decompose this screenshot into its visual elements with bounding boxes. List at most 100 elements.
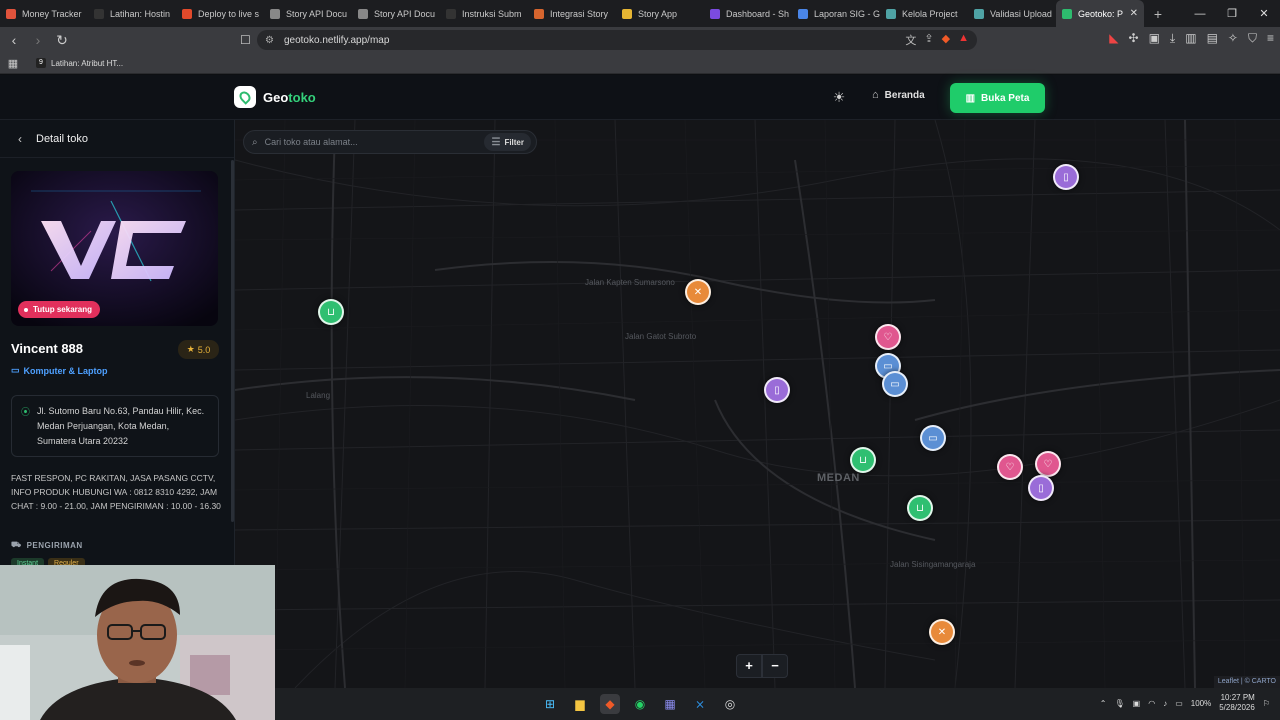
- fashion-marker-icon[interactable]: ♡: [875, 324, 901, 350]
- menu-icon[interactable]: ≡: [1267, 31, 1274, 46]
- star-icon: ★: [186, 344, 195, 354]
- tab-favicon-icon: [534, 8, 544, 19]
- delivery-title: PENGIRIMAN: [26, 540, 83, 550]
- new-tab-button[interactable]: +: [1148, 6, 1168, 22]
- bookmark-item[interactable]: 9 Latihan: Atribut HT...: [36, 58, 123, 68]
- tray-chevron-icon[interactable]: ⌃: [1100, 699, 1107, 708]
- sidebar-icon[interactable]: ▥: [1185, 31, 1196, 46]
- leo-icon[interactable]: ✧: [1228, 31, 1238, 46]
- tab-title: Story API Docu: [286, 8, 348, 19]
- site-info-icon[interactable]: ⚙: [265, 35, 274, 46]
- wallet-icon[interactable]: ▤: [1207, 31, 1218, 46]
- laptop-marker-icon[interactable]: ▭: [882, 371, 908, 397]
- rating-badge: ★ 5.0: [178, 340, 219, 359]
- notification-icon[interactable]: ⚐: [1263, 699, 1270, 708]
- browser-tab[interactable]: Deploy to live s: [176, 0, 264, 27]
- browser-tab[interactable]: Latihan: Hostin: [88, 0, 176, 27]
- tab-favicon-icon: [358, 8, 368, 19]
- tab-title: Dashboard - Sh: [726, 8, 790, 19]
- browser-tab[interactable]: Integrasi Story: [528, 0, 616, 27]
- tab-favicon-icon: [710, 8, 720, 19]
- battery-icon[interactable]: ▭: [1175, 699, 1183, 708]
- vpn-icon[interactable]: ⛉: [1248, 31, 1257, 46]
- leaflet-link[interactable]: Leaflet: [1218, 678, 1239, 685]
- reload-icon[interactable]: ↻: [52, 32, 72, 49]
- restore-icon[interactable]: ❐: [1216, 7, 1248, 20]
- fashion-marker-icon[interactable]: ♡: [997, 454, 1023, 480]
- teams-icon[interactable]: ▦: [660, 694, 680, 714]
- food-marker-icon[interactable]: ✕: [929, 619, 955, 645]
- translate-icon[interactable]: 文: [905, 32, 916, 48]
- microphone-icon[interactable]: 🎙: [1115, 699, 1125, 708]
- zoom-out-button[interactable]: −: [762, 654, 788, 678]
- laptop-marker-icon[interactable]: ▭: [920, 425, 946, 451]
- clock[interactable]: 10:27 PM 5/28/2026: [1219, 693, 1255, 713]
- browser-tab[interactable]: Money Tracker: [0, 0, 88, 27]
- phone-store-marker-icon[interactable]: ▯: [1028, 475, 1054, 501]
- back-icon[interactable]: ‹: [4, 32, 24, 48]
- whatsapp-icon[interactable]: ◉: [630, 694, 650, 714]
- url-field[interactable]: ⚙ geotoko.netlify.app/map 文 ⇪ ◆ ▲: [257, 30, 977, 50]
- screenshot-icon[interactable]: ▣: [1149, 31, 1160, 46]
- browser-tab[interactable]: Validasi Upload: [968, 0, 1056, 27]
- shop-bag-marker-icon[interactable]: ⊔: [318, 299, 344, 325]
- brave-browser-icon[interactable]: ◆: [600, 694, 620, 714]
- zoom-in-button[interactable]: +: [736, 654, 762, 678]
- home-nav-button[interactable]: ⌂ Beranda: [872, 89, 925, 101]
- tab-favicon-icon: [622, 8, 632, 19]
- apps-grid-icon[interactable]: ▦: [0, 57, 26, 70]
- search-input[interactable]: ⌕ Cari toko atau alamat... ☰ Filter: [243, 130, 537, 154]
- sidebar-scrollbar[interactable]: [231, 160, 234, 522]
- category-label: Komputer & Laptop: [23, 365, 108, 376]
- shop-bag-marker-icon[interactable]: ⊔: [850, 447, 876, 473]
- os-taskbar: ⊞ ▆ ◆ ◉ ▦ ⨯ ◎ ⌃ 🎙 ▣ ◠ ♪ ▭ 100% 10:27 PM …: [275, 688, 1280, 720]
- tab-title: Geotoko: P: [1078, 8, 1124, 19]
- map-canvas[interactable]: Lalang Jalan Kapten Sumarsono Jalan Gato…: [235, 120, 1280, 688]
- browser-tab[interactable]: Laporan SIG - G: [792, 0, 880, 27]
- browser-tab[interactable]: Story API Docu: [352, 0, 440, 27]
- carto-link[interactable]: © CARTO: [1245, 678, 1276, 685]
- display-icon[interactable]: ▣: [1133, 699, 1141, 708]
- open-map-button[interactable]: ▥ Buka Peta: [950, 83, 1045, 113]
- theme-toggle-sun-icon[interactable]: ☀: [830, 88, 848, 106]
- window-controls: — ❐ ✕: [1184, 0, 1280, 27]
- store-cover-image: Tutup sekarang: [11, 171, 218, 326]
- browser-tab[interactable]: Kelola Project: [880, 0, 968, 27]
- share-icon[interactable]: ⇪: [924, 32, 933, 48]
- logo[interactable]: Geotoko: [234, 86, 316, 108]
- fashion-marker-icon[interactable]: ♡: [1035, 451, 1061, 477]
- browser-tab[interactable]: Story API Docu: [264, 0, 352, 27]
- forward-icon[interactable]: ›: [28, 32, 48, 48]
- puzzle-icon[interactable]: ✣: [1129, 31, 1139, 46]
- brave-shield-icon[interactable]: ◆: [942, 32, 950, 48]
- wifi-icon[interactable]: ◠: [1148, 699, 1155, 708]
- bookmark-icon[interactable]: ☐: [240, 33, 251, 47]
- food-marker-icon[interactable]: ✕: [685, 279, 711, 305]
- browser-tab[interactable]: Story App: [616, 0, 704, 27]
- clock-date: 5/28/2026: [1219, 703, 1255, 712]
- shop-bag-marker-icon[interactable]: ⊔: [907, 495, 933, 521]
- phone-store-marker-icon[interactable]: ▯: [764, 377, 790, 403]
- browser-tab[interactable]: Dashboard - Sh: [704, 0, 792, 27]
- brave-rewards-icon[interactable]: ▲: [958, 32, 969, 48]
- browser-tab[interactable]: Instruksi Subm: [440, 0, 528, 27]
- browser-tab[interactable]: Geotoko: P ✕: [1056, 0, 1144, 27]
- phone-store-marker-icon[interactable]: ▯: [1053, 164, 1079, 190]
- vscode-icon[interactable]: ⨯: [690, 694, 710, 714]
- github-desktop-icon[interactable]: ◎: [720, 694, 740, 714]
- back-chevron-icon[interactable]: ‹: [18, 132, 22, 146]
- close-tab-icon[interactable]: ✕: [1130, 8, 1138, 19]
- minimize-icon[interactable]: —: [1184, 8, 1216, 20]
- logo-text: Geotoko: [263, 90, 316, 105]
- filter-button[interactable]: ☰ Filter: [484, 133, 531, 151]
- download-icon[interactable]: ⤓: [1170, 31, 1175, 46]
- battery-percent: 100%: [1190, 698, 1212, 708]
- close-window-icon[interactable]: ✕: [1248, 7, 1280, 20]
- volume-icon[interactable]: ♪: [1163, 699, 1167, 708]
- extension-icon[interactable]: ◣: [1109, 31, 1118, 46]
- store-category[interactable]: ▭ Komputer & Laptop: [11, 365, 108, 376]
- windows-start-icon[interactable]: ⊞: [540, 694, 560, 714]
- file-explorer-icon[interactable]: ▆: [570, 694, 590, 714]
- status-badge: Tutup sekarang: [18, 301, 100, 318]
- filter-sliders-icon: ☰: [491, 136, 501, 148]
